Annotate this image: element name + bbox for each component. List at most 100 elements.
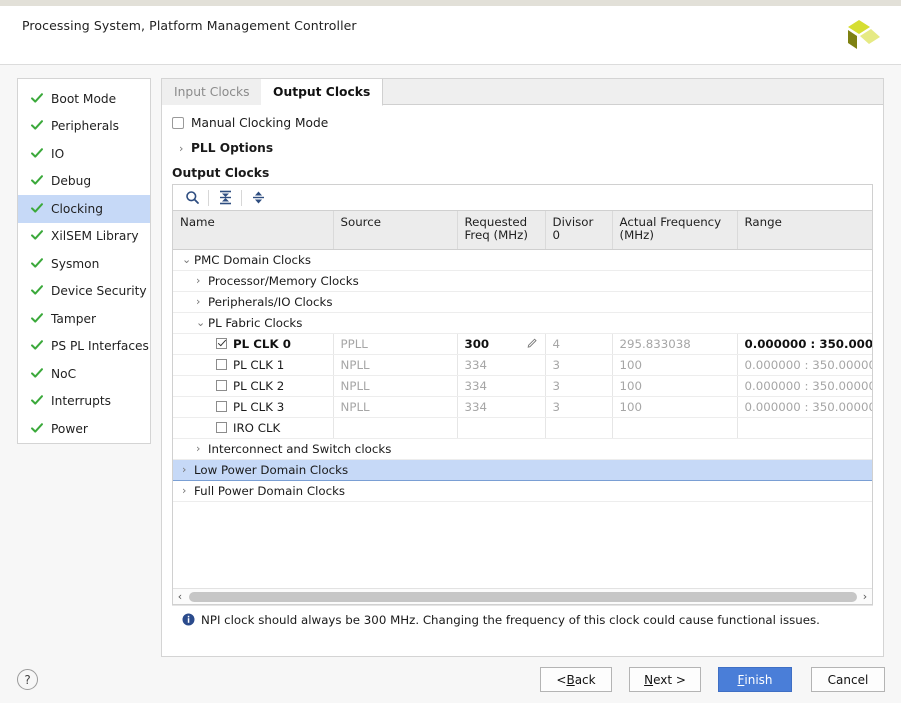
cell-name[interactable]: PL CLK 1 bbox=[173, 354, 333, 375]
cell-source: NPLL bbox=[333, 354, 457, 375]
table-row[interactable]: IRO CLK bbox=[173, 417, 873, 438]
cell-name[interactable]: PL CLK 3 bbox=[173, 396, 333, 417]
collapse-all-icon[interactable] bbox=[212, 187, 238, 209]
column-header-actual-frequency[interactable]: Actual Frequency (MHz) bbox=[612, 211, 737, 249]
row-name: PL CLK 1 bbox=[233, 358, 284, 372]
sidebar-item-sysmon[interactable]: Sysmon bbox=[18, 250, 150, 278]
output-clocks-heading: Output Clocks bbox=[172, 166, 873, 180]
wizard-window: Processing System, Platform Management C… bbox=[0, 0, 901, 703]
row-name: Low Power Domain Clocks bbox=[194, 463, 348, 477]
cell-name[interactable]: PL CLK 2 bbox=[173, 375, 333, 396]
table-row[interactable]: › Full Power Domain Clocks bbox=[173, 480, 873, 501]
sidebar-item-label: Clocking bbox=[51, 202, 103, 216]
table-row[interactable]: ⌄ PL Fabric Clocks bbox=[173, 312, 873, 333]
chevron-right-icon[interactable]: › bbox=[182, 463, 194, 476]
sidebar-item-label: IO bbox=[51, 147, 64, 161]
chevron-down-icon[interactable]: ⌄ bbox=[182, 253, 194, 266]
expand-all-icon[interactable] bbox=[245, 187, 271, 209]
chevron-right-icon[interactable]: › bbox=[196, 295, 208, 308]
toolbar-separator bbox=[208, 190, 209, 206]
info-message-bar: NPI clock should always be 300 MHz. Chan… bbox=[172, 605, 873, 633]
row-enable-checkbox[interactable] bbox=[216, 338, 227, 349]
help-button[interactable]: ? bbox=[17, 669, 38, 690]
sidebar-item-ps-pl-interfaces[interactable]: PS PL Interfaces bbox=[18, 333, 150, 361]
sidebar-item-debug[interactable]: Debug bbox=[18, 168, 150, 196]
cell-actual-frequency bbox=[612, 417, 737, 438]
checkmark-icon bbox=[30, 228, 44, 242]
checkmark-icon bbox=[30, 118, 44, 132]
sidebar-item-io[interactable]: IO bbox=[18, 140, 150, 168]
manual-clocking-mode-row[interactable]: Manual Clocking Mode bbox=[172, 112, 873, 134]
cell-name[interactable]: PL CLK 0 bbox=[173, 333, 333, 354]
table-row[interactable]: PL CLK 2 NPLL 334 3 100 0.000000 : 350.0… bbox=[173, 375, 873, 396]
scrollbar-thumb[interactable] bbox=[189, 592, 857, 602]
sidebar-item-label: Debug bbox=[51, 174, 91, 188]
chevron-right-icon[interactable]: › bbox=[179, 142, 191, 155]
scroll-right-arrow[interactable]: › bbox=[858, 590, 872, 603]
table-row[interactable]: PL CLK 3 NPLL 334 3 100 0.000000 : 350.0… bbox=[173, 396, 873, 417]
finish-button-suffix: inish bbox=[744, 673, 772, 687]
row-enable-checkbox[interactable] bbox=[216, 359, 227, 370]
tab-output-clocks[interactable]: Output Clocks bbox=[261, 79, 383, 106]
pll-options-label: PLL Options bbox=[191, 141, 273, 155]
sidebar-item-peripherals[interactable]: Peripherals bbox=[18, 113, 150, 141]
cell-source bbox=[333, 417, 457, 438]
sidebar-item-noc[interactable]: NoC bbox=[18, 360, 150, 388]
cell-actual-frequency: 100 bbox=[612, 375, 737, 396]
scroll-left-arrow[interactable]: ‹ bbox=[173, 590, 187, 603]
row-name: Peripherals/IO Clocks bbox=[208, 295, 333, 309]
cancel-button[interactable]: Cancel bbox=[811, 667, 885, 692]
row-enable-checkbox[interactable] bbox=[216, 380, 227, 391]
table-row[interactable]: PL CLK 1 NPLL 334 3 100 0.000000 : 350.0… bbox=[173, 354, 873, 375]
main-panel: Input Clocks Output Clocks Manual Clocki… bbox=[161, 78, 884, 657]
chevron-right-icon[interactable]: › bbox=[196, 274, 208, 287]
column-header-requested-freq[interactable]: Requested Freq (MHz) bbox=[457, 211, 545, 249]
horizontal-scrollbar[interactable]: ‹ › bbox=[173, 588, 872, 604]
manual-clocking-mode-checkbox[interactable] bbox=[172, 117, 184, 129]
edit-pencil-icon[interactable] bbox=[527, 337, 538, 351]
sidebar-item-tamper[interactable]: Tamper bbox=[18, 305, 150, 333]
chevron-right-icon[interactable]: › bbox=[196, 442, 208, 455]
scrollbar-track[interactable] bbox=[187, 589, 858, 605]
cell-range: 0.000000 : 350.000000 bbox=[737, 333, 873, 354]
sidebar-item-boot-mode[interactable]: Boot Mode bbox=[18, 85, 150, 113]
sidebar-item-interrupts[interactable]: Interrupts bbox=[18, 388, 150, 416]
table-row[interactable]: › Peripherals/IO Clocks bbox=[173, 291, 873, 312]
back-button[interactable]: < Back bbox=[540, 667, 612, 692]
cell-name[interactable]: IRO CLK bbox=[173, 417, 333, 438]
cell-range: 0.000000 : 350.000000 bbox=[737, 396, 873, 417]
sidebar-item-device-security[interactable]: Device Security bbox=[18, 278, 150, 306]
page-header: Processing System, Platform Management C… bbox=[0, 6, 901, 65]
table-row[interactable]: PL CLK 0 PPLL 300 bbox=[173, 333, 873, 354]
cell-range bbox=[737, 417, 873, 438]
chevron-right-icon[interactable]: › bbox=[182, 484, 194, 497]
sidebar-item-label: Interrupts bbox=[51, 394, 111, 408]
table-row[interactable]: › Processor/Memory Clocks bbox=[173, 270, 873, 291]
table-row[interactable]: › Low Power Domain Clocks bbox=[173, 459, 873, 480]
column-header-name[interactable]: Name bbox=[173, 211, 333, 249]
tab-input-clocks[interactable]: Input Clocks bbox=[162, 79, 263, 105]
column-header-divisor-0[interactable]: Divisor 0 bbox=[545, 211, 612, 249]
sidebar-item-power[interactable]: Power bbox=[18, 415, 150, 443]
next-button[interactable]: Next > bbox=[629, 667, 701, 692]
sidebar-item-clocking[interactable]: Clocking bbox=[18, 195, 150, 223]
cell-range: 0.000000 : 350.000000 bbox=[737, 354, 873, 375]
column-header-range[interactable]: Range bbox=[737, 211, 873, 249]
row-enable-checkbox[interactable] bbox=[216, 401, 227, 412]
back-button-mnemonic: B bbox=[566, 673, 574, 687]
toolbar-separator bbox=[241, 190, 242, 206]
table-row[interactable]: › Interconnect and Switch clocks bbox=[173, 438, 873, 459]
cell-requested-freq[interactable]: 300 bbox=[457, 333, 545, 354]
chevron-down-icon[interactable]: ⌄ bbox=[196, 316, 208, 329]
cell-divisor-0: 3 bbox=[545, 375, 612, 396]
row-enable-checkbox[interactable] bbox=[216, 422, 227, 433]
pll-options-row[interactable]: › PLL Options bbox=[172, 138, 873, 158]
finish-button[interactable]: Finish bbox=[718, 667, 792, 692]
search-icon[interactable] bbox=[179, 187, 205, 209]
column-header-source[interactable]: Source bbox=[333, 211, 457, 249]
checkmark-icon bbox=[30, 256, 44, 270]
wizard-sidebar[interactable]: Boot Mode Peripherals IO Debug Clocking … bbox=[17, 78, 151, 444]
output-clocks-table[interactable]: Name Source Requested Freq (MHz) Divisor… bbox=[172, 211, 873, 605]
table-row[interactable]: ⌄ PMC Domain Clocks bbox=[173, 249, 873, 270]
sidebar-item-xilsem-library[interactable]: XilSEM Library bbox=[18, 223, 150, 251]
